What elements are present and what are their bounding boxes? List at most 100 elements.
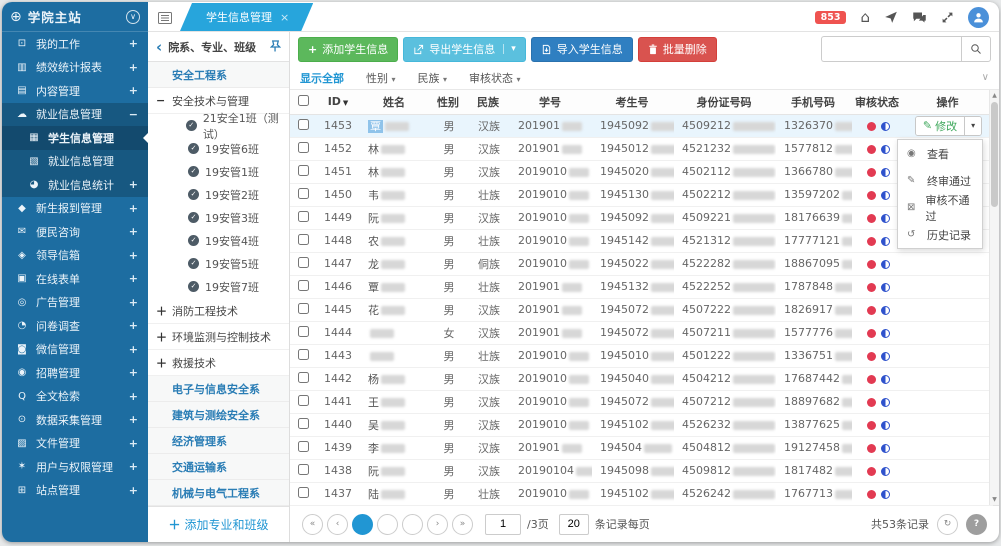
tab-student-info[interactable]: 学生信息管理 × [180, 3, 313, 31]
table-row[interactable]: 1441 王 男 汉族 2019010 1945072 4507212 1889… [290, 390, 993, 413]
table-scrollbar[interactable]: ▲ ▼ [989, 90, 999, 505]
sidebar-item[interactable]: ◉ 招聘管理 + [2, 361, 148, 385]
expand-toggle-icon[interactable]: + [129, 272, 138, 285]
expand-toggle-icon[interactable]: + [129, 413, 138, 426]
tab-close-icon[interactable]: × [280, 11, 289, 24]
expand-toggle-icon[interactable]: + [129, 366, 138, 379]
send-icon[interactable] [884, 10, 898, 24]
column-header[interactable]: 审核状态 [852, 90, 904, 114]
scroll-down-icon[interactable]: ▼ [990, 496, 999, 503]
row-checkbox[interactable] [298, 234, 309, 245]
page-first-button[interactable]: « [302, 514, 323, 535]
expand-toggle-icon[interactable]: − [129, 108, 138, 121]
expand-toggle-icon[interactable]: + [129, 249, 138, 262]
filter-dropdown[interactable]: 民族 ▾ [418, 70, 448, 86]
page-number-button[interactable] [402, 514, 423, 535]
sidebar-item[interactable]: ⊙ 数据采集管理 + [2, 408, 148, 432]
export-student-button[interactable]: 导出学生信息 ▾ [403, 37, 526, 62]
expand-toggle-icon[interactable]: + [129, 225, 138, 238]
edit-dropdown-caret[interactable]: ▾ [964, 117, 981, 135]
row-checkbox[interactable] [298, 418, 309, 429]
sidebar-item[interactable]: ☁ 就业信息管理 − [2, 103, 148, 127]
page-next-button[interactable]: › [427, 514, 448, 535]
filter-dropdown[interactable]: 性别 ▾ [366, 70, 396, 86]
expand-toggle-icon[interactable]: + [129, 390, 138, 403]
column-header[interactable]: ID▼ [316, 90, 360, 114]
back-chevron-icon[interactable]: ‹ [156, 38, 162, 56]
sidebar-item[interactable]: Q 全文检索 + [2, 385, 148, 409]
table-row[interactable]: 1439 李 男 汉族 201901 194504 4504812 191274… [290, 436, 993, 459]
notification-badge[interactable]: 853 [815, 11, 847, 24]
tree-expand-icon[interactable]: ＋ [156, 303, 168, 319]
table-row[interactable]: 1440 吴 男 汉族 2019010 1945102 4526232 1387… [290, 413, 993, 436]
expand-toggle-icon[interactable]: + [129, 37, 138, 50]
sidebar-item[interactable]: ▨ 文件管理 + [2, 432, 148, 456]
expand-toggle-icon[interactable]: + [129, 61, 138, 74]
filter-dropdown[interactable]: 审核状态 ▾ [469, 70, 521, 86]
row-checkbox[interactable] [298, 257, 309, 268]
tree-item[interactable]: ✓ 建筑与测绘安全系 [148, 402, 289, 428]
sidebar-item[interactable]: ◙ 微信管理 + [2, 338, 148, 362]
row-checkbox[interactable] [298, 188, 309, 199]
action-menu-item[interactable]: ◉ 查看 [898, 140, 982, 167]
sidebar-item[interactable]: ✶ 用户与权限管理 + [2, 455, 148, 479]
sort-icon[interactable]: ▼ [343, 99, 348, 107]
site-header[interactable]: ⊕ 学院主站 ∨ [2, 2, 148, 32]
table-row[interactable]: 1443 男 壮族 2019010 1945010 4501222 133675… [290, 344, 993, 367]
row-checkbox[interactable] [298, 464, 309, 475]
table-row[interactable]: 1452 林 男 汉族 201901 1945012 4521232 15778… [290, 137, 993, 160]
row-checkbox[interactable] [298, 119, 309, 130]
tree-item[interactable]: ＋ ✓ 消防工程技术 [148, 298, 289, 324]
sidebar-item[interactable]: ▦ 学生信息管理 [2, 126, 148, 150]
tree-item[interactable]: ✓ 19安管5班 [148, 252, 289, 275]
row-checkbox[interactable] [298, 372, 309, 383]
sidebar-item[interactable]: ▤ 内容管理 + [2, 79, 148, 103]
tree-item[interactable]: ✓ 19安管7班 [148, 275, 289, 298]
table-row[interactable]: 1445 花 男 汉族 201901 1945072 4507222 18269… [290, 298, 993, 321]
expand-toggle-icon[interactable]: + [129, 84, 138, 97]
tree-item[interactable]: ✓ 21安全1班（测试） [148, 114, 289, 137]
tree-item[interactable]: ✓ 电子与信息安全系 [148, 376, 289, 402]
table-row[interactable]: 1444 女 汉族 201901 1945072 4507211 1577776 [290, 321, 993, 344]
expand-toggle-icon[interactable]: + [129, 202, 138, 215]
sidebar-toggle-icon[interactable] [158, 12, 172, 24]
table-row[interactable]: 1442 杨 男 汉族 2019010 1945040 4504212 1768… [290, 367, 993, 390]
expand-toggle-icon[interactable]: + [129, 319, 138, 332]
tree-expand-icon[interactable]: ＋ [156, 355, 168, 371]
action-menu-item[interactable]: ✎ 终审通过 [898, 167, 982, 194]
tree-item[interactable]: ✓ 19安管1班 [148, 160, 289, 183]
tree-item[interactable]: ✓ 机械与电气工程系 [148, 480, 289, 506]
table-row[interactable]: 1447 龙 男 侗族 2019010 1945022 4522282 1886… [290, 252, 993, 275]
edit-button[interactable]: ✎修改 [916, 117, 964, 135]
table-row[interactable]: 1453 覃 男 汉族 201901 1945092 4509212 13263… [290, 114, 993, 137]
tree-item[interactable]: ✓ 安全工程系 [148, 62, 289, 88]
row-checkbox[interactable] [298, 441, 309, 452]
page-number-button[interactable] [352, 514, 373, 535]
column-header[interactable]: 手机号码 [776, 90, 852, 114]
select-all-checkbox[interactable] [298, 95, 309, 106]
tree-item[interactable]: ＋ ✓ 环境监测与控制技术 [148, 324, 289, 350]
column-header[interactable]: 学号 [510, 90, 592, 114]
table-row[interactable]: 1450 韦 男 壮族 2019010 1945130 4502212 1359… [290, 183, 993, 206]
sidebar-item[interactable]: ◎ 广告管理 + [2, 291, 148, 315]
sidebar-item[interactable]: ▥ 绩效统计报表 + [2, 56, 148, 80]
row-checkbox[interactable] [298, 349, 309, 360]
sidebar-item[interactable]: ▣ 在线表单 + [2, 267, 148, 291]
tree-item[interactable]: ✓ 19安管2班 [148, 183, 289, 206]
row-checkbox[interactable] [298, 487, 309, 498]
goto-page-input[interactable] [485, 514, 521, 535]
import-student-button[interactable]: 导入学生信息 [531, 37, 633, 62]
column-header[interactable]: 考生号 [592, 90, 674, 114]
home-icon[interactable]: ⌂ [860, 10, 870, 25]
user-avatar[interactable] [968, 7, 989, 28]
sidebar-item[interactable]: ◈ 领导信箱 + [2, 244, 148, 268]
row-checkbox[interactable] [298, 142, 309, 153]
scrollbar-thumb[interactable] [991, 102, 998, 207]
table-row[interactable]: 1438 阮 男 汉族 20190104 1945098 4509812 181… [290, 459, 993, 482]
sidebar-item[interactable]: ◔ 问卷调查 + [2, 314, 148, 338]
collapse-circle-icon[interactable]: ∨ [126, 10, 140, 24]
row-checkbox[interactable] [298, 395, 309, 406]
table-row[interactable]: 1446 覃 男 壮族 201901 1945132 4522252 17878… [290, 275, 993, 298]
add-student-button[interactable]: + 添加学生信息 [298, 37, 398, 62]
tree-item[interactable]: ＋ ✓ 救援技术 [148, 350, 289, 376]
